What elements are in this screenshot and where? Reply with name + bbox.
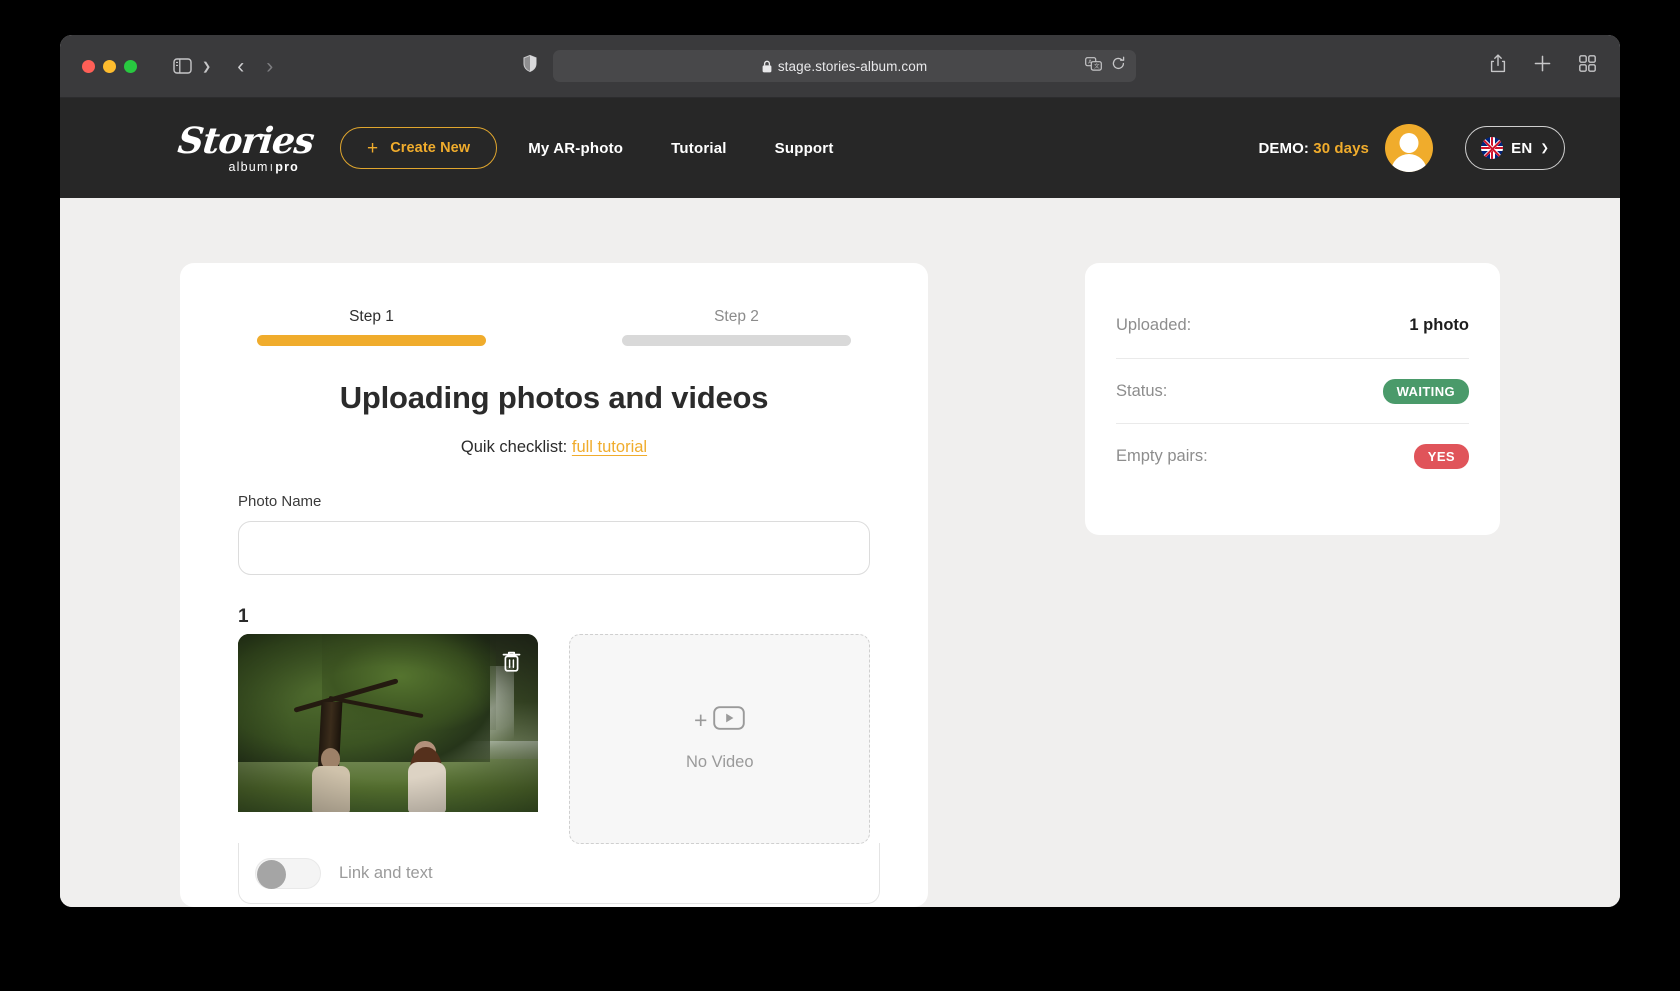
- window-traffic-lights: [82, 59, 137, 73]
- photo-name-input[interactable]: [238, 521, 870, 575]
- shield-icon[interactable]: [523, 54, 537, 78]
- full-tutorial-link[interactable]: full tutorial: [572, 438, 647, 456]
- demo-days-remaining: 30 days: [1313, 139, 1369, 157]
- avatar-head: [1399, 133, 1419, 153]
- logo-tagline-sep: ı: [269, 159, 275, 174]
- checklist-label: Quik checklist:: [460, 438, 568, 456]
- checklist-line: Quik checklist: full tutorial: [180, 438, 928, 457]
- header-right-cluster: DEMO: 30 days EN ❯: [1258, 124, 1565, 172]
- step-2[interactable]: Step 2: [622, 308, 851, 346]
- address-bar[interactable]: stage.stories-album.com A 文: [553, 50, 1136, 82]
- info-key-status: Status:: [1116, 381, 1168, 400]
- info-row-status: Status: WAITING: [1116, 358, 1469, 423]
- toggle-knob: [257, 859, 286, 889]
- info-row-empty-pairs: Empty pairs: YES: [1116, 423, 1469, 488]
- link-and-text-label: Link and text: [339, 863, 433, 882]
- no-video-label: No Video: [685, 753, 754, 771]
- empty-pairs-badge: YES: [1413, 443, 1469, 469]
- nav-item-tutorial[interactable]: Tutorial: [671, 140, 726, 157]
- photo-name-label: Photo Name: [238, 493, 322, 510]
- sidebar-icon[interactable]: [173, 58, 192, 74]
- status-badge: WAITING: [1382, 378, 1469, 404]
- language-selector[interactable]: EN ❯: [1465, 126, 1565, 170]
- info-row-uploaded: Uploaded: 1 photo: [1116, 293, 1469, 358]
- pair-index-label: 1: [238, 606, 249, 627]
- chevron-down-icon[interactable]: ❯: [202, 60, 211, 73]
- address-bar-url: stage.stories-album.com: [777, 58, 928, 74]
- page-body: Step 1 Step 2 Uploading photos and video…: [60, 198, 1620, 907]
- step-1-label: Step 1: [349, 308, 394, 325]
- logo-wordmark: Stories: [175, 119, 316, 162]
- page-title: Uploading photos and videos: [339, 380, 769, 415]
- demo-status: DEMO: 30 days: [1258, 140, 1369, 157]
- info-key-uploaded: Uploaded:: [1116, 316, 1192, 334]
- upload-form-card: Step 1 Step 2 Uploading photos and video…: [180, 263, 928, 907]
- link-and-text-row: Link and text: [238, 843, 880, 904]
- create-new-button[interactable]: + Create New: [340, 127, 498, 169]
- minimize-window-button[interactable]: [103, 59, 116, 73]
- browser-window: ❯ ‹ › stage.stories-album.com A 文 Storie…: [60, 35, 1620, 907]
- avatar[interactable]: [1385, 124, 1433, 172]
- translate-icon[interactable]: A 文: [1085, 56, 1102, 76]
- info-value-uploaded: 1 photo: [1409, 316, 1469, 334]
- main-navigation: My AR-photo Tutorial Support: [528, 140, 833, 157]
- uk-flag-icon: [1481, 137, 1504, 159]
- tab-overview-icon[interactable]: [1579, 55, 1596, 77]
- chevron-down-icon: ❯: [1540, 142, 1549, 154]
- photo-name-field-block: Photo Name: [238, 493, 870, 575]
- trash-icon[interactable]: [501, 650, 522, 678]
- uploaded-photo-thumbnail[interactable]: [238, 634, 539, 812]
- site-logo[interactable]: Stories albumıpro: [175, 119, 316, 174]
- step-1-bar: [257, 335, 486, 346]
- plus-icon[interactable]: [1534, 55, 1551, 77]
- upload-status-card: Uploaded: 1 photo Status: WAITING Empty …: [1085, 263, 1500, 535]
- chevron-left-icon[interactable]: ‹: [237, 56, 244, 77]
- language-code: EN: [1511, 139, 1533, 157]
- step-1[interactable]: Step 1: [257, 308, 486, 346]
- svg-text:文: 文: [1094, 62, 1100, 70]
- maximize-window-button[interactable]: [124, 59, 137, 73]
- step-2-label: Step 2: [714, 308, 759, 325]
- nav-item-support[interactable]: Support: [775, 140, 834, 157]
- nav-item-my-ar-photo[interactable]: My AR-photo: [528, 140, 623, 157]
- reload-icon[interactable]: [1111, 56, 1126, 76]
- photo-vignette: [238, 634, 539, 812]
- plus-icon: +: [694, 707, 708, 733]
- avatar-body: [1391, 154, 1427, 172]
- close-window-button[interactable]: [82, 59, 95, 73]
- video-play-icon: [713, 706, 746, 735]
- plus-icon: +: [367, 137, 379, 159]
- browser-toolbar: ❯ ‹ › stage.stories-album.com A 文: [60, 35, 1620, 98]
- link-and-text-toggle[interactable]: [255, 857, 321, 889]
- lock-icon: [762, 60, 772, 72]
- demo-label: DEMO:: [1258, 139, 1309, 157]
- create-new-label: Create New: [390, 140, 471, 156]
- step-progress: Step 1 Step 2: [180, 263, 928, 346]
- chevron-right-icon[interactable]: ›: [266, 56, 273, 77]
- step-2-bar: [622, 335, 851, 346]
- media-pair-row: + No Video: [238, 634, 870, 844]
- video-dropzone[interactable]: + No Video: [569, 634, 870, 844]
- video-upload-icon-group: +: [694, 706, 746, 735]
- info-key-empty-pairs: Empty pairs:: [1116, 446, 1208, 465]
- share-icon[interactable]: [1490, 54, 1506, 78]
- site-header: Stories albumıpro + Create New My AR-pho…: [60, 98, 1620, 198]
